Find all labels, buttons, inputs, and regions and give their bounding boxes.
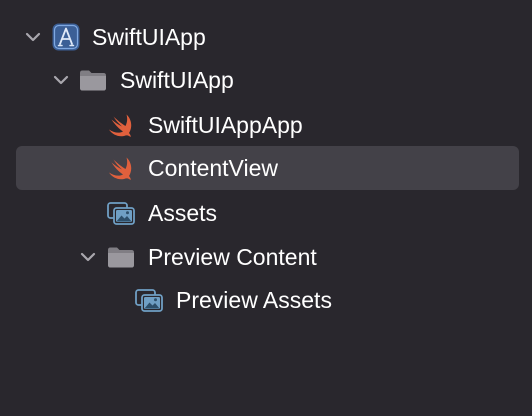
xcode-project-icon [52, 23, 80, 51]
navigator-row-preview-assets[interactable]: Preview Assets [16, 278, 519, 322]
navigator-item-label: Preview Content [148, 244, 317, 270]
navigator-item-label: SwiftUIAppApp [148, 112, 303, 138]
navigator-item-label: Assets [148, 200, 218, 226]
project-navigator: SwiftUIApp SwiftUIApp SwiftUIAppApp Cont… [0, 0, 532, 416]
chevron-down-icon[interactable] [79, 248, 97, 266]
navigator-row-file-swiftuiappapp[interactable]: SwiftUIAppApp [16, 103, 519, 147]
folder-icon [80, 70, 106, 91]
navigator-item-label: ContentView [148, 155, 278, 181]
navigator-item-label: SwiftUIApp [120, 67, 234, 93]
folder-icon [108, 247, 134, 268]
swift-file-icon [109, 157, 132, 180]
navigator-row-file-contentview[interactable]: ContentView [16, 146, 519, 190]
navigator-row-project[interactable]: SwiftUIApp [16, 15, 519, 59]
asset-catalog-icon [107, 202, 135, 225]
navigator-row-assets[interactable]: Assets [16, 191, 519, 235]
navigator-item-label: SwiftUIApp [92, 24, 206, 50]
swift-file-icon [109, 114, 132, 137]
navigator-row-folder-preview-content[interactable]: Preview Content [16, 235, 519, 279]
asset-catalog-icon [135, 289, 163, 312]
navigator-row-folder-swiftuiapp[interactable]: SwiftUIApp [16, 58, 519, 102]
navigator-item-label: Preview Assets [176, 287, 332, 313]
chevron-down-icon[interactable] [24, 28, 42, 46]
chevron-down-icon[interactable] [52, 71, 70, 89]
